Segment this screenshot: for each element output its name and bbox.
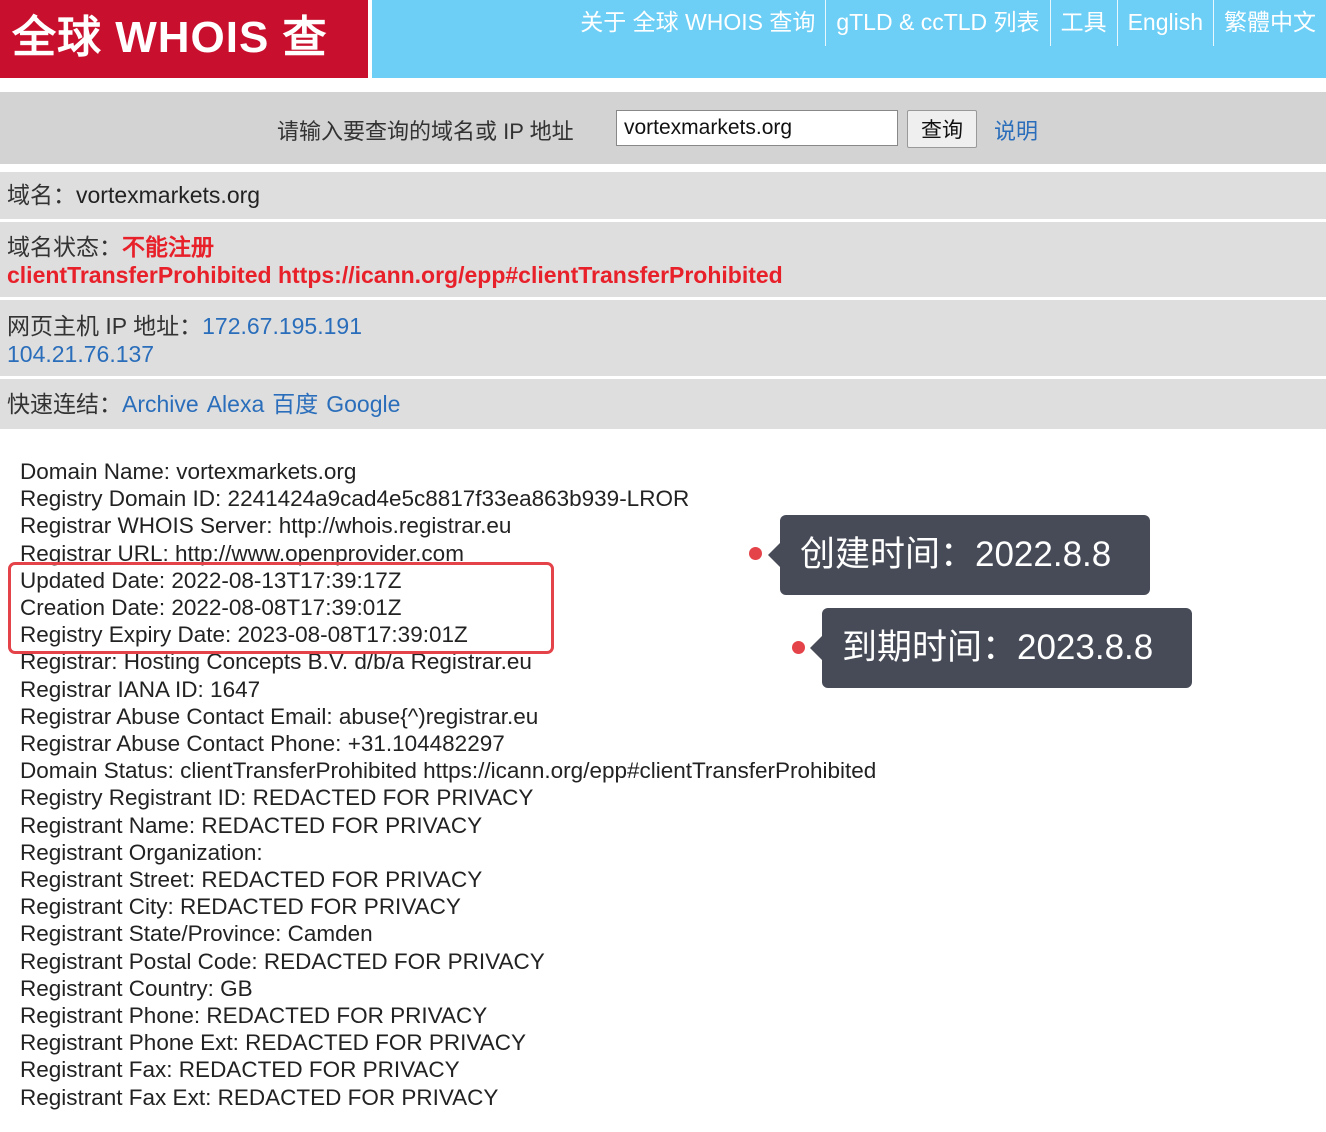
whois-line: Registrant Name: REDACTED FOR PRIVACY [20, 812, 483, 838]
whois-line: Registrar WHOIS Server: http://whois.reg… [20, 513, 512, 539]
whois-line: Registrar Abuse Contact Email: abuse{^)r… [20, 703, 539, 729]
whois-raw-output: Domain Name: vortexmarkets.org Registry D… [20, 458, 876, 1111]
nav-traditional-chinese[interactable]: 繁體中文 [1213, 0, 1326, 46]
search-label: 请输入要查询的域名或 IP 地址 [277, 119, 574, 144]
whois-line: Registrant City: REDACTED FOR PRIVACY [20, 894, 461, 920]
domain-label: 域名： [7, 182, 76, 208]
domain-row: 域名：vortexmarkets.org [0, 172, 1326, 219]
whois-line: Registrant Postal Code: REDACTED FOR PRI… [20, 948, 545, 974]
whois-line: Domain Status: clientTransferProhibited … [20, 758, 877, 784]
whois-line: Registrant Phone Ext: REDACTED FOR PRIVA… [20, 1030, 526, 1056]
ip-value-2: 104.21.76.137 [7, 341, 155, 367]
created-callout: 创建时间：2022.8.8 [768, 515, 1150, 595]
date-highlight-box [8, 562, 554, 654]
expiry-callout-text: 到期时间：2023.8.8 [842, 628, 1154, 667]
status-detail: clientTransferProhibited https://icann.o… [7, 262, 783, 288]
link-alexa[interactable]: Alexa [207, 391, 265, 417]
site-header: 全球 WHOIS 查询 关于 全球 WHOIS 查询 gTLD & ccTLD … [0, 0, 1326, 138]
link-baidu[interactable]: 百度 [272, 391, 318, 417]
whois-line: Registrar Abuse Contact Phone: +31.10448… [20, 731, 505, 757]
status-label: 域名状态： [7, 234, 122, 260]
nav-english[interactable]: English [1116, 0, 1213, 46]
link-archive[interactable]: Archive [122, 391, 199, 417]
domain-value: vortexmarkets.org [76, 182, 261, 208]
link-google[interactable]: Google [326, 391, 400, 417]
ip-label: 网页主机 IP 地址： [7, 313, 203, 339]
nav-tld-list[interactable]: gTLD & ccTLD 列表 [825, 0, 1049, 46]
top-nav: 关于 全球 WHOIS 查询 gTLD & ccTLD 列表 工具 Englis… [570, 0, 1326, 46]
whois-line: Registry Domain ID: 2241424a9cad4e5c8817… [20, 486, 690, 512]
whois-line: Registrant Street: REDACTED FOR PRIVACY [20, 867, 483, 893]
site-logo[interactable]: 全球 WHOIS 查询 [0, 0, 372, 138]
status-row: 域名状态：不能注册 clientTransferProhibited https… [0, 222, 1326, 297]
annotation-dot [792, 641, 805, 654]
whois-line: Registrant Fax Ext: REDACTED FOR PRIVACY [20, 1084, 499, 1110]
search-button[interactable]: 查询 [907, 110, 977, 148]
expiry-callout: 到期时间：2023.8.8 [810, 608, 1192, 688]
search-bar: 请输入要查询的域名或 IP 地址 查询 说明 [0, 92, 1326, 164]
help-link[interactable]: 说明 [994, 114, 1038, 146]
nav-tools[interactable]: 工具 [1049, 0, 1117, 46]
whois-line: Domain Name: vortexmarkets.org [20, 459, 357, 484]
ip-value-1: 172.67.195.191 [202, 313, 362, 339]
nav-about[interactable]: 关于 全球 WHOIS 查询 [570, 0, 825, 46]
whois-line: Registrant Organization: [20, 839, 263, 865]
quick-links-row: 快速连结：Archive Alexa 百度 Google [0, 379, 1326, 429]
status-value: 不能注册 [122, 234, 214, 260]
ip-row: 网页主机 IP 地址：172.67.195.191 104.21.76.137 [0, 300, 1326, 376]
whois-line: Registrant Phone: REDACTED FOR PRIVACY [20, 1003, 488, 1029]
whois-line: Registrant Country: GB [20, 975, 253, 1001]
created-callout-text: 创建时间：2022.8.8 [800, 535, 1112, 574]
quick-links-label: 快速连结： [7, 391, 122, 417]
whois-line: Registrant Fax: REDACTED FOR PRIVACY [20, 1057, 460, 1083]
annotation-dot [749, 547, 762, 560]
whois-line: Registrar IANA ID: 1647 [20, 676, 261, 702]
whois-line: Registrant State/Province: Camden [20, 921, 373, 947]
whois-line: Registry Registrant ID: REDACTED FOR PRI… [20, 785, 534, 811]
search-input[interactable] [616, 110, 898, 146]
